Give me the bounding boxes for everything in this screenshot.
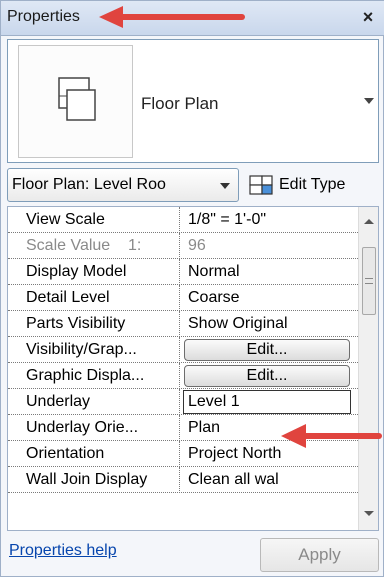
palette-title: Properties: [7, 8, 80, 25]
annotation-arrow-title: [99, 6, 245, 28]
property-name: Wall Join Display: [8, 467, 180, 493]
property-name: View Scale: [8, 207, 180, 233]
instance-filter-dropdown[interactable]: Floor Plan: Level Roo: [7, 168, 239, 202]
property-row[interactable]: Wall Join Display Clean all wal: [8, 467, 358, 493]
scroll-down-icon[interactable]: [364, 511, 374, 516]
apply-button[interactable]: Apply: [260, 538, 379, 572]
edit-type-icon: [249, 175, 273, 195]
properties-scrollbar[interactable]: [358, 207, 378, 530]
properties-grid: View Scale 1/8" = 1'-0" Scale Value 1: 9…: [7, 206, 379, 531]
property-value[interactable]: Clean all wal: [180, 467, 358, 493]
edit-type-label: Edit Type: [279, 176, 346, 193]
property-row: Visibility/Grap... Edit...: [8, 337, 358, 363]
property-row[interactable]: Underlay Level 1: [8, 389, 358, 415]
property-name: Display Model: [8, 259, 180, 285]
floor-plan-type-icon: [58, 77, 96, 121]
property-value[interactable]: Show Original: [180, 311, 358, 337]
annotation-arrow-underlay: [281, 424, 382, 448]
instance-filter-value: Floor Plan: Level Roo: [12, 176, 166, 193]
scroll-up-icon[interactable]: [364, 219, 374, 224]
grip-icon: [365, 278, 373, 284]
property-value: Edit...: [180, 363, 358, 389]
property-name: Detail Level: [8, 285, 180, 311]
property-value[interactable]: Normal: [180, 259, 358, 285]
property-name: Underlay: [8, 389, 180, 415]
properties-palette: Properties × Floor Plan Floor Plan: Leve…: [0, 0, 384, 577]
chevron-down-icon: [220, 183, 230, 189]
property-row[interactable]: Display Model Normal: [8, 259, 358, 285]
scrollbar-thumb[interactable]: [362, 247, 376, 315]
edit-type-button[interactable]: Edit Type: [249, 168, 379, 202]
property-value[interactable]: 1/8" = 1'-0": [180, 207, 358, 233]
palette-titlebar[interactable]: Properties ×: [1, 1, 384, 36]
property-row[interactable]: Parts Visibility Show Original: [8, 311, 358, 337]
property-row[interactable]: Detail Level Coarse: [8, 285, 358, 311]
property-name: Parts Visibility: [8, 311, 180, 337]
property-row: Graphic Displa... Edit...: [8, 363, 358, 389]
property-value[interactable]: Coarse: [180, 285, 358, 311]
type-selector[interactable]: Floor Plan: [7, 39, 379, 163]
graphic-display-edit-button[interactable]: Edit...: [184, 365, 350, 387]
property-row: Scale Value 1: 96: [8, 233, 358, 259]
underlay-input[interactable]: Level 1: [183, 390, 351, 414]
visibility-graphics-edit-button[interactable]: Edit...: [184, 339, 350, 361]
property-name: Visibility/Grap...: [8, 337, 180, 363]
property-value: Edit...: [180, 337, 358, 363]
close-button[interactable]: ×: [357, 6, 379, 28]
instance-row: Floor Plan: Level Roo Edit Type: [7, 168, 379, 202]
property-name: Orientation: [8, 441, 180, 467]
type-thumbnail: [18, 45, 133, 158]
property-name: Graphic Displa...: [8, 363, 180, 389]
property-row[interactable]: View Scale 1/8" = 1'-0": [8, 207, 358, 233]
property-value: 96: [188, 237, 206, 254]
type-name: Floor Plan: [141, 94, 219, 113]
chevron-down-icon[interactable]: [364, 98, 374, 104]
property-name: Underlay Orie...: [8, 415, 180, 441]
property-value: Level 1: [180, 389, 358, 415]
properties-help-link[interactable]: Properties help: [9, 542, 117, 560]
property-name: Scale Value 1:: [8, 233, 180, 259]
